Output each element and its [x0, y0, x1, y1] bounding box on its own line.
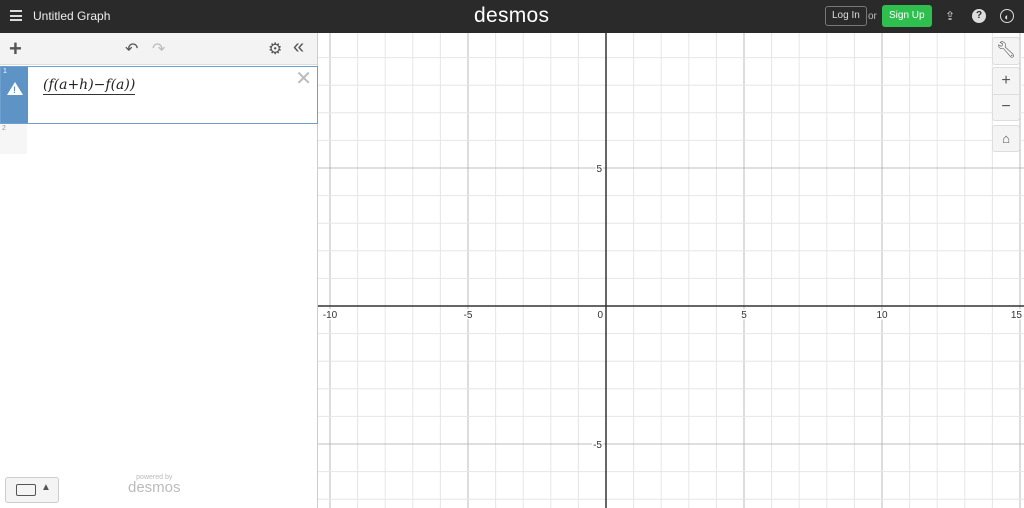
menu-icon[interactable] — [10, 10, 22, 21]
undo-button[interactable]: ↶ — [125, 39, 138, 59]
keyboard-toggle-button[interactable]: ▲ — [5, 477, 59, 503]
x-tick-label: 15 — [1011, 310, 1023, 321]
expression-input[interactable]: (f(a+h)−f(a)) — [43, 77, 136, 95]
grid: -10 -5 0 5 10 15 5 -5 — [318, 33, 1024, 508]
expression-gutter: 1 — [1, 67, 28, 123]
globe-icon[interactable]: ◐ — [1000, 9, 1014, 23]
x-tick-label: -10 — [323, 310, 338, 321]
expression-index: 1 — [3, 68, 7, 75]
delete-expression-icon[interactable]: ✕ — [295, 66, 312, 91]
expression-panel: + ↶ ↷ ⚙ « 1 (f(a+h)−f(a)) ✕ 2 ▲ powered … — [0, 33, 318, 508]
x-tick-label: 0 — [597, 310, 603, 321]
expression-toolbar: + ↶ ↷ ⚙ « — [0, 33, 317, 65]
top-bar: Untitled Graph desmos Log In or Sign Up … — [0, 0, 1024, 33]
y-tick-label: 5 — [596, 164, 602, 175]
x-tick-label: 5 — [741, 310, 747, 321]
expression-item-empty[interactable]: 2 — [0, 124, 27, 154]
or-text: or — [868, 11, 877, 22]
x-tick-label: 10 — [876, 310, 888, 321]
expression-item[interactable]: 1 (f(a+h)−f(a)) ✕ — [0, 66, 318, 124]
home-icon[interactable]: ⌂ — [992, 125, 1020, 152]
login-button[interactable]: Log In — [825, 6, 867, 26]
powered-by[interactable]: powered by desmos — [128, 474, 181, 496]
zoom-in-button[interactable]: + — [993, 68, 1019, 95]
y-tick-label: -5 — [593, 440, 602, 451]
redo-button[interactable]: ↷ — [152, 39, 165, 59]
share-icon[interactable]: ⇪ — [943, 9, 957, 23]
settings-gear-icon[interactable]: ⚙ — [268, 39, 282, 59]
add-expression-button[interactable]: + — [9, 36, 22, 62]
powered-by-logo: desmos — [128, 479, 181, 496]
keyboard-icon — [16, 484, 36, 496]
zoom-out-button[interactable]: − — [993, 95, 1019, 121]
graph-title[interactable]: Untitled Graph — [33, 9, 110, 23]
help-icon[interactable]: ? — [972, 9, 986, 23]
graph-settings-wrench-icon[interactable]: 🔧︎ — [992, 37, 1020, 65]
desmos-logo: desmos — [474, 4, 550, 27]
expression-index: 2 — [2, 125, 6, 132]
zoom-controls: + − — [992, 67, 1020, 121]
caret-up-icon: ▲ — [41, 482, 51, 493]
warning-icon[interactable] — [7, 82, 23, 95]
signup-button[interactable]: Sign Up — [882, 5, 932, 27]
graph-paper[interactable]: -10 -5 0 5 10 15 5 -5 — [318, 33, 1024, 508]
x-tick-label: -5 — [464, 310, 473, 321]
collapse-panel-button[interactable]: « — [293, 36, 304, 59]
